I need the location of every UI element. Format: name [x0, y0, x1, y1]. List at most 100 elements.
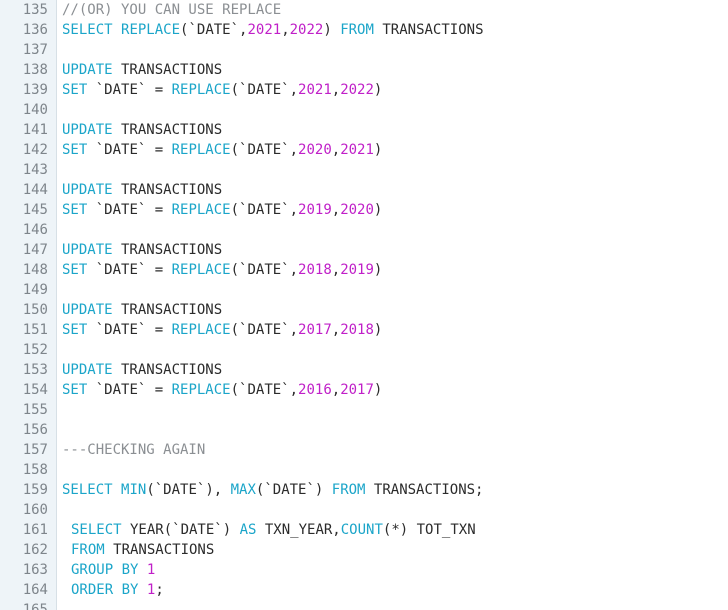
code-line[interactable]: 154 SET `DATE` = REPLACE(`DATE`,2016,2017… [0, 380, 728, 400]
line-number: 145 [22, 202, 48, 218]
code-line[interactable]: 158 [0, 460, 728, 480]
code-token: ) [373, 262, 383, 278]
code-line[interactable]: 149 [0, 280, 728, 300]
code-token: REPLACE [171, 202, 231, 218]
line-number: 153 [22, 362, 48, 378]
code-text[interactable]: UPDATE TRANSACTIONS [62, 120, 222, 140]
code-text[interactable]: GROUP BY 1 [71, 560, 155, 580]
code-token: 2019 [340, 262, 374, 278]
code-token: SELECT [62, 482, 113, 498]
code-line[interactable]: 156 [0, 420, 728, 440]
line-number: 156 [22, 422, 48, 438]
code-line[interactable]: 144 UPDATE TRANSACTIONS [0, 180, 728, 200]
code-text[interactable]: SET `DATE` = REPLACE(`DATE`,2018,2019) [62, 260, 382, 280]
code-line[interactable]: 165 [0, 600, 728, 610]
code-token: `DATE` = [87, 262, 172, 278]
code-line[interactable]: 161 SELECT YEAR(`DATE`) AS TXN_YEAR,COUNT… [0, 520, 728, 540]
line-number: 142 [22, 142, 48, 158]
code-token: COUNT [340, 522, 383, 538]
code-text[interactable]: ORDER BY 1; [71, 580, 164, 600]
line-number: 149 [22, 282, 48, 298]
code-token: FROM [340, 22, 374, 38]
code-token: SET [62, 262, 88, 278]
code-text[interactable]: SET `DATE` = REPLACE(`DATE`,2016,2017) [62, 380, 382, 400]
code-text[interactable]: FROM TRANSACTIONS [71, 540, 214, 560]
code-line[interactable]: 137 [0, 40, 728, 60]
code-token: FROM [331, 482, 366, 498]
line-number: 157 [22, 442, 48, 458]
code-line[interactable]: 148 SET `DATE` = REPLACE(`DATE`,2018,2019… [0, 260, 728, 280]
code-text[interactable]: ---CHECKING AGAIN [62, 440, 205, 460]
code-text[interactable]: UPDATE TRANSACTIONS [62, 60, 222, 80]
code-token: TRANSACTIONS; [365, 482, 484, 498]
code-token: 2021 [340, 142, 374, 158]
code-line[interactable]: 159 SELECT MIN(`DATE`), MAX(`DATE`) FROM … [0, 480, 728, 500]
code-line[interactable]: 160 [0, 500, 728, 520]
code-line[interactable]: 146 [0, 220, 728, 240]
code-token: ) [373, 202, 383, 218]
code-text[interactable]: SET `DATE` = REPLACE(`DATE`,2019,2020) [62, 200, 382, 220]
code-token: , [331, 202, 341, 218]
code-text[interactable]: UPDATE TRANSACTIONS [62, 180, 222, 200]
line-number: 152 [22, 342, 48, 358]
code-token: `DATE` = [87, 82, 172, 98]
line-number: 155 [22, 402, 48, 418]
code-text[interactable]: SET `DATE` = REPLACE(`DATE`,2020,2021) [62, 140, 382, 160]
code-text[interactable]: SET `DATE` = REPLACE(`DATE`,2017,2018) [62, 320, 382, 340]
code-line[interactable]: 147 UPDATE TRANSACTIONS [0, 240, 728, 260]
code-token: 1 [146, 562, 156, 578]
code-text[interactable]: SET `DATE` = REPLACE(`DATE`,2021,2022) [62, 80, 382, 100]
code-token: UPDATE [62, 62, 113, 78]
code-text[interactable]: UPDATE TRANSACTIONS [62, 240, 222, 260]
code-line[interactable]: 135 //(OR) YOU CAN USE REPLACE [0, 0, 728, 20]
code-line[interactable]: 162 FROM TRANSACTIONS [0, 540, 728, 560]
code-line[interactable]: 164 ORDER BY 1; [0, 580, 728, 600]
code-token: `DATE` = [87, 382, 172, 398]
code-token: MAX [230, 482, 256, 498]
line-number: 144 [22, 182, 48, 198]
code-token: 2018 [298, 262, 332, 278]
code-line[interactable]: 157 ---CHECKING AGAIN [0, 440, 728, 460]
code-token: ORDER BY [71, 582, 139, 598]
code-token: TRANSACTIONS [112, 242, 223, 258]
code-token: ; [155, 582, 164, 598]
code-token: TRANSACTIONS [112, 122, 223, 138]
code-line[interactable]: 136 SELECT REPLACE(`DATE`,2021,2022) FROM… [0, 20, 728, 40]
code-line[interactable]: 151 SET `DATE` = REPLACE(`DATE`,2017,2018… [0, 320, 728, 340]
line-number: 140 [22, 102, 48, 118]
code-line[interactable]: 153 UPDATE TRANSACTIONS [0, 360, 728, 380]
code-text[interactable]: SELECT YEAR(`DATE`) AS TXN_YEAR,COUNT(*)… [71, 520, 476, 540]
code-line[interactable]: 152 [0, 340, 728, 360]
code-token: 2022 [340, 82, 374, 98]
line-number: 164 [22, 582, 48, 598]
code-token: (`DATE`, [230, 322, 299, 338]
code-line[interactable]: 163 GROUP BY 1 [0, 560, 728, 580]
code-text[interactable]: //(OR) YOU CAN USE REPLACE [62, 0, 281, 20]
code-line[interactable]: 142 SET `DATE` = REPLACE(`DATE`,2020,2021… [0, 140, 728, 160]
code-line[interactable]: 141 UPDATE TRANSACTIONS [0, 120, 728, 140]
code-token: UPDATE [62, 362, 113, 378]
line-number: 163 [22, 562, 48, 578]
code-token: 2020 [340, 202, 374, 218]
code-token: (`DATE`, [230, 82, 299, 98]
code-line[interactable]: 138 UPDATE TRANSACTIONS [0, 60, 728, 80]
code-token: REPLACE [171, 382, 231, 398]
code-line[interactable]: 150 UPDATE TRANSACTIONS [0, 300, 728, 320]
code-line[interactable]: 140 [0, 100, 728, 120]
code-text[interactable]: UPDATE TRANSACTIONS [62, 360, 222, 380]
code-token: REPLACE [171, 262, 231, 278]
line-number: 159 [22, 482, 48, 498]
code-editor[interactable]: 135 //(OR) YOU CAN USE REPLACE 136 SELECT R… [0, 0, 728, 610]
code-line[interactable]: 143 [0, 160, 728, 180]
code-text[interactable]: UPDATE TRANSACTIONS [62, 300, 222, 320]
code-line[interactable]: 155 [0, 400, 728, 420]
code-text[interactable]: SELECT REPLACE(`DATE`,2021,2022) FROM TR… [62, 20, 484, 40]
code-text[interactable]: SELECT MIN(`DATE`), MAX(`DATE`) FROM TRA… [62, 480, 484, 500]
code-token: SELECT [71, 522, 122, 538]
code-token: ) [373, 382, 383, 398]
code-line[interactable]: 145 SET `DATE` = REPLACE(`DATE`,2019,2020… [0, 200, 728, 220]
line-number: 146 [22, 222, 48, 238]
code-line[interactable]: 139 SET `DATE` = REPLACE(`DATE`,2021,2022… [0, 80, 728, 100]
